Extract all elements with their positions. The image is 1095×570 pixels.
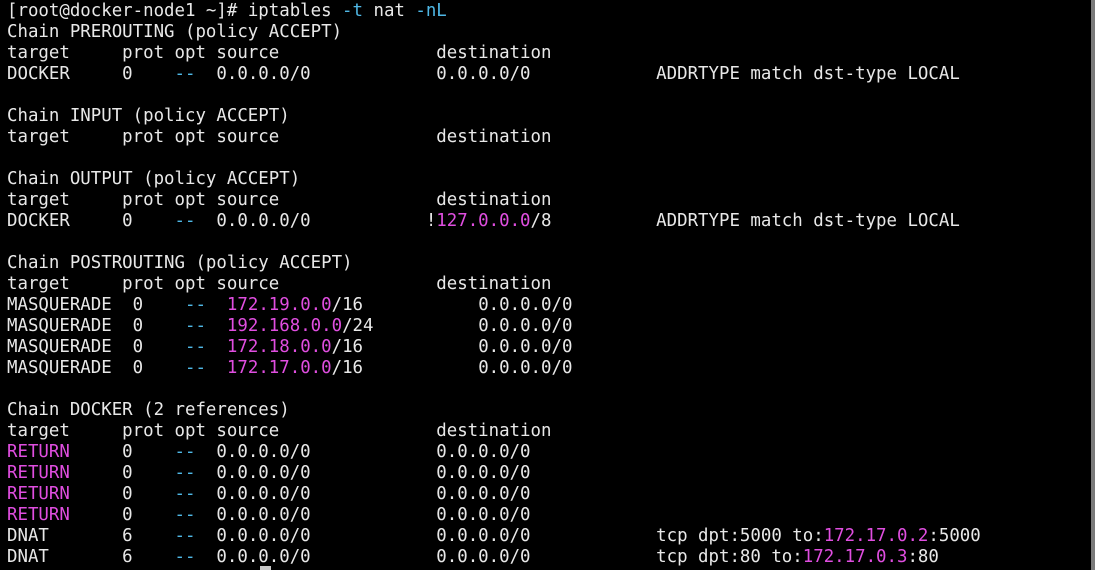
rule-fields — [206, 358, 227, 378]
rule-ip: 172.17.0.0 — [226, 358, 332, 378]
rule-target: RETURN — [7, 484, 70, 504]
rule-fields: DOCKER 0 — [7, 64, 175, 84]
command-flag-list: -nL — [415, 1, 447, 21]
rule-fields: /16 0.0.0.0/0 — [331, 337, 573, 357]
rule-row: MASQUERADE 0 -- 172.19.0.0/16 0.0.0.0/0 — [7, 295, 572, 316]
rule-fields: DOCKER 0 — [7, 211, 175, 231]
rule-fields: DNAT 6 — [7, 526, 175, 546]
rule-fields: /8 ADDRTYPE match dst-type LOCAL — [530, 211, 960, 231]
rule-fields: /16 0.0.0.0/0 — [331, 295, 573, 315]
column-header-row: target prot opt source destination — [7, 127, 552, 147]
rule-fields: :80 — [907, 547, 939, 567]
terminal-window[interactable]: [root@docker-node1 ~]# iptables -t nat -… — [0, 0, 1093, 570]
rule-opt: -- — [174, 442, 196, 462]
rule-opt: -- — [174, 526, 196, 546]
rule-row: MASQUERADE 0 -- 192.168.0.0/24 0.0.0.0/0 — [7, 316, 572, 337]
rule-ip: 172.18.0.0 — [226, 337, 332, 357]
rule-row: DOCKER 0 -- 0.0.0.0/0 0.0.0.0/0 ADDRTYPE… — [7, 64, 960, 85]
rule-fields: 0 — [69, 484, 175, 504]
rule-fields: 0.0.0.0/0 0.0.0.0/0 — [195, 442, 531, 462]
rule-target: RETURN — [7, 442, 70, 462]
rule-fields: MASQUERADE 0 — [7, 358, 185, 378]
rule-opt: -- — [174, 484, 196, 504]
rule-fields: :5000 — [928, 526, 981, 546]
chain-title-output: Chain OUTPUT (policy ACCEPT) — [7, 169, 301, 189]
rule-opt: -- — [174, 463, 196, 483]
rule-ip: 172.17.0.3 — [802, 547, 908, 567]
command-flag-table: -t — [342, 1, 363, 21]
chain-title-postrouting: Chain POSTROUTING (policy ACCEPT) — [7, 253, 353, 273]
command-table-name: nat — [363, 1, 416, 21]
rule-fields: DNAT 6 — [7, 547, 175, 567]
rule-fields: /16 0.0.0.0/0 — [331, 358, 573, 378]
shell-prompt: [root@docker-node1 ~]# — [7, 1, 248, 21]
rule-fields: 0.0.0.0/0 0.0.0.0/0 ADDRTYPE match dst-t… — [195, 64, 960, 84]
rule-target: RETURN — [7, 463, 70, 483]
rule-fields: MASQUERADE 0 — [7, 337, 185, 357]
column-header-row: target prot opt source destination — [7, 421, 552, 441]
rule-row: RETURN 0 -- 0.0.0.0/0 0.0.0.0/0 — [7, 484, 531, 505]
column-header-row: target prot opt source destination — [7, 274, 552, 294]
chain-title-input: Chain INPUT (policy ACCEPT) — [7, 106, 290, 126]
rule-row: DNAT 6 -- 0.0.0.0/0 0.0.0.0/0 tcp dpt:50… — [7, 526, 981, 547]
column-header-row: target prot opt source destination — [7, 190, 552, 210]
rule-fields: 0.0.0.0/0 0.0.0.0/0 — [195, 505, 531, 525]
rule-fields: 0.0.0.0/0 0.0.0.0/0 tcp dpt:80 to: — [195, 547, 803, 567]
rule-row: DNAT 6 -- 0.0.0.0/0 0.0.0.0/0 tcp dpt:80… — [7, 547, 939, 568]
text-cursor — [260, 566, 271, 570]
rule-ip: 127.0.0.0 — [436, 211, 531, 231]
rule-opt: -- — [185, 316, 206, 336]
rule-ip: 172.19.0.0 — [226, 295, 332, 315]
rule-fields: MASQUERADE 0 — [7, 316, 185, 336]
rule-fields: /24 0.0.0.0/0 — [342, 316, 573, 336]
rule-fields — [206, 316, 227, 336]
rule-fields: 0.0.0.0/0 0.0.0.0/0 — [195, 463, 531, 483]
rule-row: MASQUERADE 0 -- 172.17.0.0/16 0.0.0.0/0 — [7, 358, 572, 379]
rule-fields: MASQUERADE 0 — [7, 295, 185, 315]
column-header-row: target prot opt source destination — [7, 43, 552, 63]
rule-fields: 0 — [69, 463, 175, 483]
rule-fields: 0 — [69, 505, 175, 525]
rule-row: DOCKER 0 -- 0.0.0.0/0 !127.0.0.0/8 ADDRT… — [7, 211, 960, 232]
command-name: iptables — [247, 1, 343, 21]
rule-fields — [206, 337, 227, 357]
rule-opt: -- — [174, 505, 196, 525]
rule-row: RETURN 0 -- 0.0.0.0/0 0.0.0.0/0 — [7, 442, 531, 463]
command-line: [root@docker-node1 ~]# iptables -t nat -… — [7, 1, 447, 22]
rule-ip: 192.168.0.0 — [226, 316, 343, 336]
rule-fields: 0.0.0.0/0 ! — [195, 211, 437, 231]
rule-fields: 0.0.0.0/0 0.0.0.0/0 tcp dpt:5000 to: — [195, 526, 824, 546]
rule-opt: -- — [185, 295, 206, 315]
rule-row: RETURN 0 -- 0.0.0.0/0 0.0.0.0/0 — [7, 463, 531, 484]
rule-fields: 0.0.0.0/0 0.0.0.0/0 — [195, 484, 531, 504]
rule-fields: 0 — [69, 442, 175, 462]
rule-row: RETURN 0 -- 0.0.0.0/0 0.0.0.0/0 — [7, 505, 531, 526]
rule-target: RETURN — [7, 505, 70, 525]
rule-opt: -- — [174, 64, 196, 84]
rule-fields — [206, 295, 227, 315]
rule-opt: -- — [185, 337, 206, 357]
rule-row: MASQUERADE 0 -- 172.18.0.0/16 0.0.0.0/0 — [7, 337, 572, 358]
chain-title-prerouting: Chain PREROUTING (policy ACCEPT) — [7, 22, 343, 42]
rule-ip: 172.17.0.2 — [823, 526, 929, 546]
rule-opt: -- — [174, 211, 196, 231]
chain-title-docker: Chain DOCKER (2 references) — [7, 400, 290, 420]
rule-opt: -- — [174, 547, 196, 567]
rule-opt: -- — [185, 358, 206, 378]
